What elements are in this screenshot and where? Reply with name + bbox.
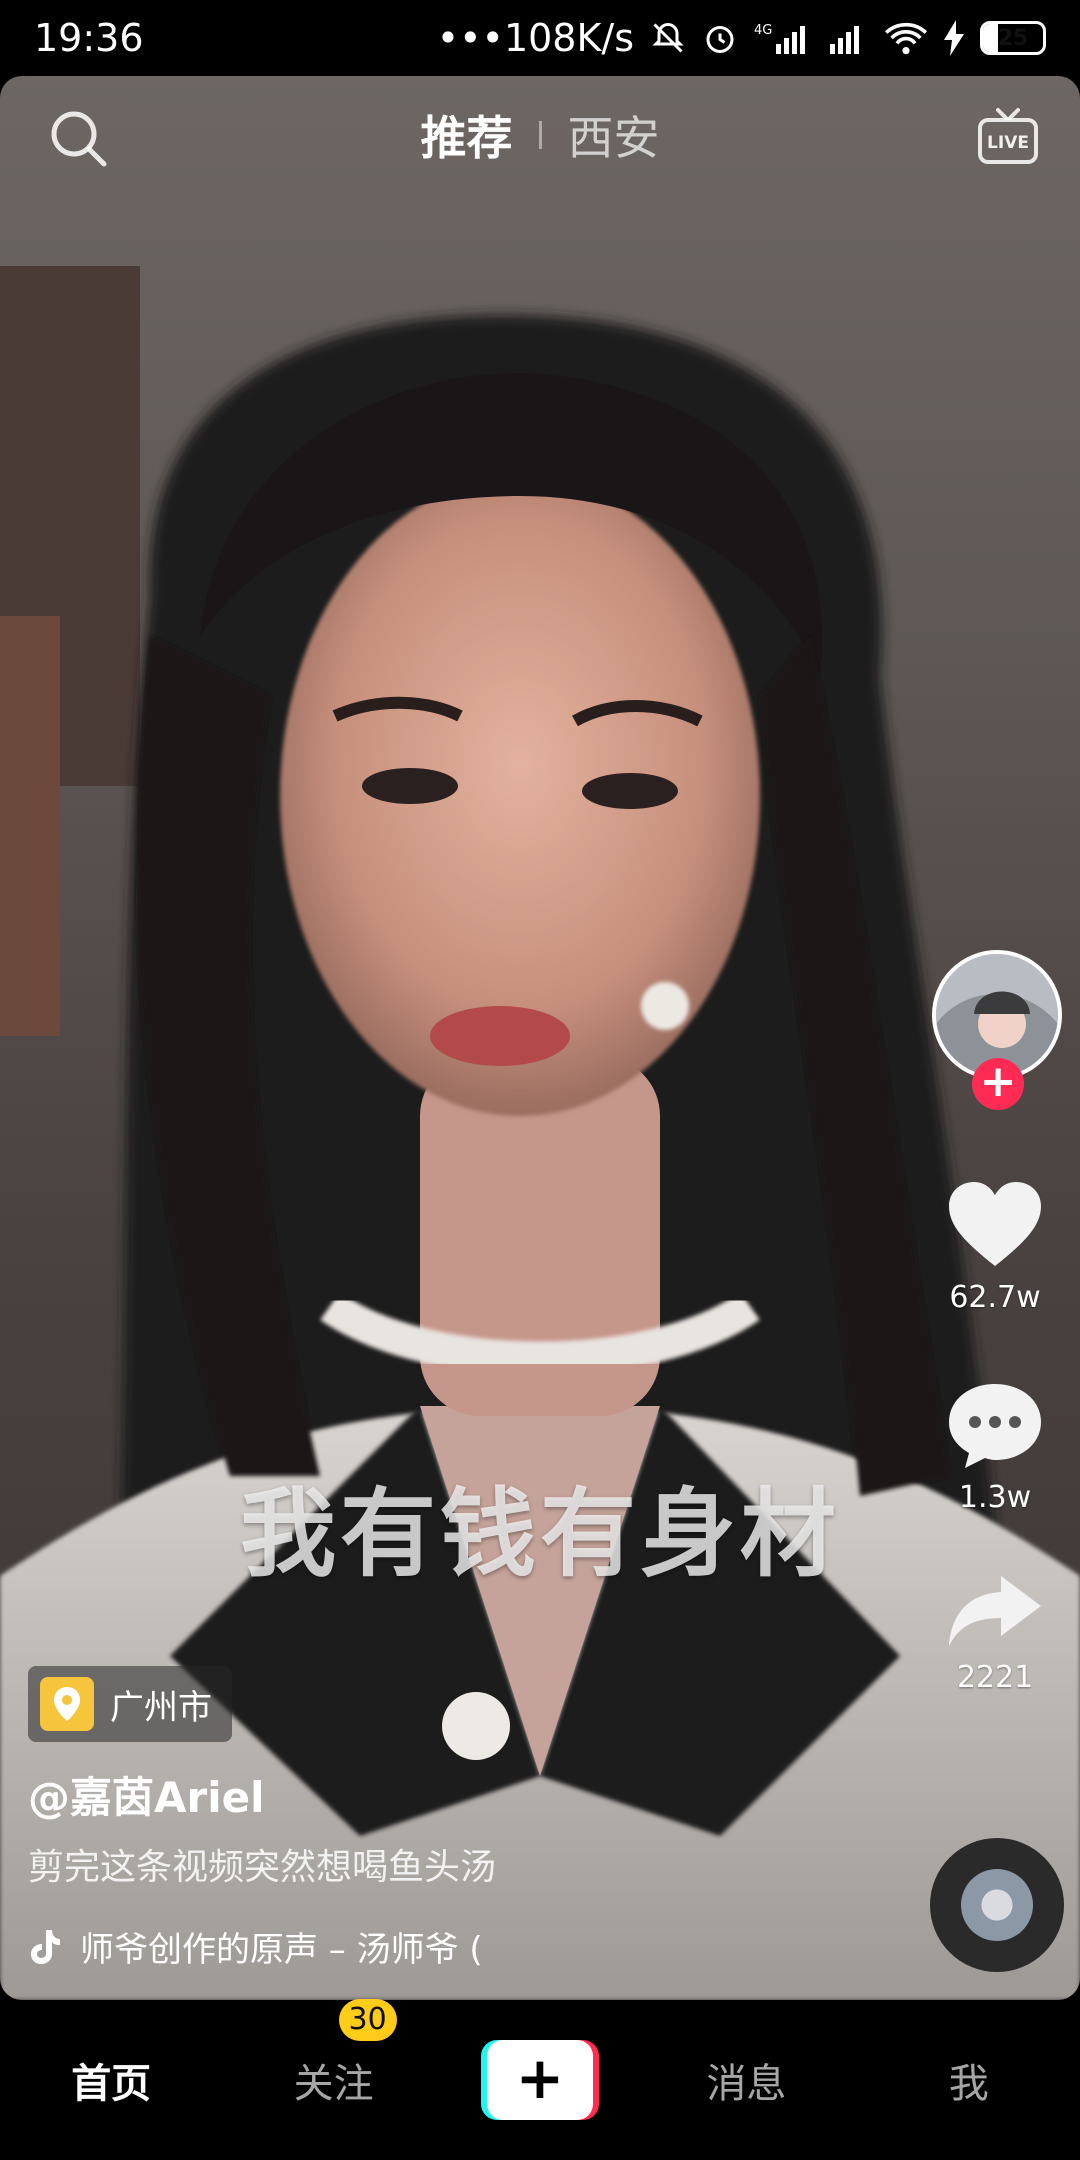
- create-plus-icon: +: [486, 2040, 593, 2120]
- tab-divider: [538, 121, 542, 149]
- like-button[interactable]: 62.7w: [910, 1180, 1080, 1315]
- mute-bell-icon: [650, 20, 686, 56]
- signal-icon: [828, 20, 868, 56]
- nav-me[interactable]: 我: [894, 2051, 1044, 2109]
- share-button[interactable]: 2221: [910, 1570, 1080, 1695]
- comment-count: 1.3w: [958, 1480, 1032, 1515]
- share-count: 2221: [956, 1660, 1034, 1695]
- location-tag[interactable]: 广州市: [28, 1666, 232, 1742]
- net-speed: •••108K/s: [436, 16, 634, 60]
- like-count: 62.7w: [949, 1280, 1041, 1315]
- live-label: LIVE: [987, 133, 1029, 153]
- tab-recommend[interactable]: 推荐: [421, 102, 513, 168]
- status-icons: •••108K/s 4G 25: [437, 16, 1046, 60]
- network-label: 4G: [754, 23, 772, 38]
- music-note-icon: [31, 1929, 60, 1964]
- battery-indicator: 25: [980, 21, 1046, 55]
- video-caption: 剪完这条视频突然想喝鱼头汤: [28, 1847, 497, 1888]
- battery-level: 25: [997, 25, 1029, 51]
- create-button[interactable]: +: [480, 2040, 599, 2120]
- music-disc-button[interactable]: [930, 1838, 1064, 1972]
- music-marquee[interactable]: 师爷创作的原声 – 汤师爷 (: [28, 1922, 548, 1971]
- music-cover-image: [961, 1869, 1033, 1941]
- screen: 19:36 •••108K/s 4G 25 我有钱有身材 推荐 西安 LIVE …: [0, 0, 1080, 2160]
- nav-following[interactable]: 关注 30: [259, 1999, 409, 2109]
- nav-messages[interactable]: 消息: [671, 2051, 821, 2109]
- comment-button[interactable]: 1.3w: [910, 1380, 1080, 1515]
- comment-icon: [949, 1384, 1041, 1468]
- location-pin-icon: [40, 1677, 94, 1731]
- wifi-icon: [884, 20, 928, 56]
- share-arrow-icon: [949, 1576, 1041, 1646]
- music-title: 师爷创作的原声 – 汤师爷 (: [80, 1930, 483, 1970]
- bottom-navigation: 首页 关注 30 + 消息 我: [0, 1999, 1080, 2160]
- following-badge: 30: [338, 1999, 397, 2041]
- tab-local-city[interactable]: 西安: [568, 102, 660, 168]
- heart-icon: [949, 1182, 1041, 1266]
- status-bar: 19:36 •••108K/s 4G 25: [0, 0, 1080, 76]
- follow-button[interactable]: +: [972, 1058, 1024, 1110]
- creator-username[interactable]: @嘉茵Ariel: [28, 1764, 265, 1825]
- top-tabs: 推荐 西安: [0, 100, 1080, 170]
- charging-icon: [944, 20, 964, 56]
- location-label: 广州市: [110, 1687, 212, 1728]
- live-button[interactable]: LIVE: [976, 104, 1040, 168]
- signal-4g-icon: 4G: [754, 20, 812, 56]
- live-tv-icon: LIVE: [978, 108, 1038, 164]
- status-time: 19:36: [34, 16, 144, 60]
- nav-home[interactable]: 首页: [36, 2051, 186, 2109]
- alarm-icon: [702, 20, 738, 56]
- nav-following-label: 关注: [293, 2061, 374, 2107]
